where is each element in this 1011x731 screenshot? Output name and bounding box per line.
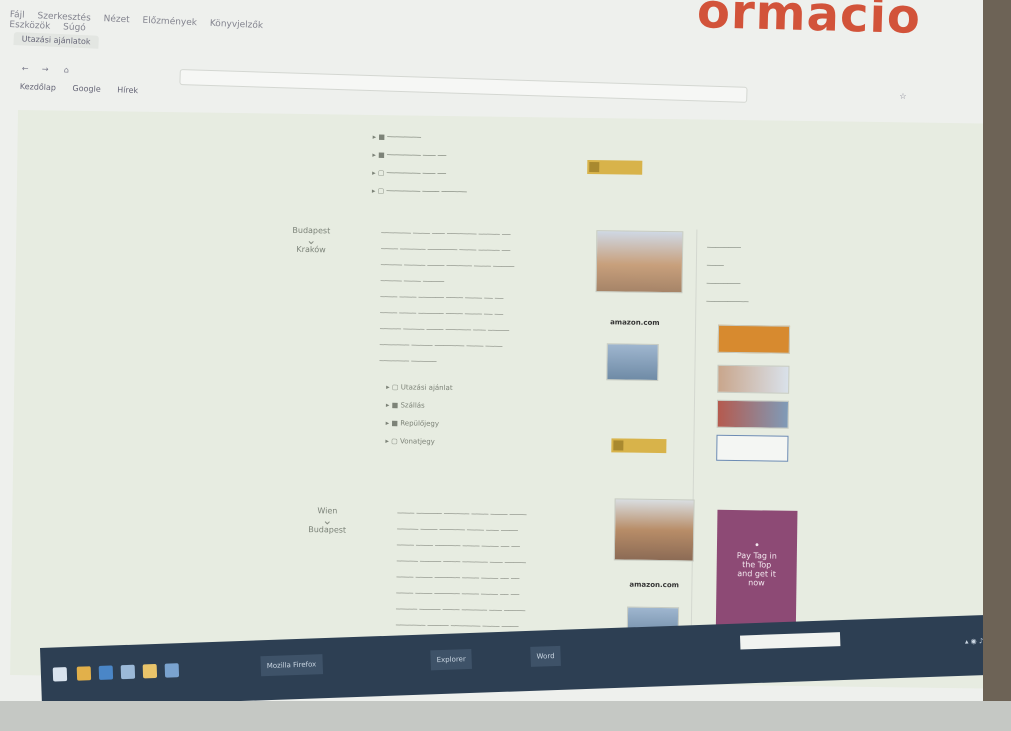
photo-thumbnail[interactable]	[613, 498, 695, 562]
back-icon[interactable]: ←	[22, 64, 29, 73]
ad-text: now	[748, 578, 765, 588]
route-to: Budapest	[308, 525, 347, 535]
buy-button[interactable]	[587, 159, 643, 175]
list-item[interactable]: ▸ ■ Szállás	[386, 401, 425, 410]
screen-frame	[0, 701, 1011, 731]
chevron-down-icon: ⌄	[322, 513, 333, 528]
slide-heading: ormacio	[696, 0, 922, 45]
list-item[interactable]: ▸ ■ ────────	[373, 133, 421, 142]
forward-icon[interactable]: →	[42, 65, 49, 74]
menu-history[interactable]: Előzmények	[142, 16, 197, 28]
list-item[interactable]: ▸ ▢ Vonatjegy	[385, 437, 435, 446]
menu-tools[interactable]: Eszközök	[9, 20, 50, 32]
ad-banner[interactable]	[717, 324, 791, 354]
ad-banner[interactable]	[717, 364, 790, 394]
app-icon[interactable]	[120, 664, 136, 680]
book-cover-image[interactable]	[606, 343, 659, 381]
sidebar-item[interactable]: ──────────	[706, 298, 748, 307]
sidebar-item[interactable]: ────────	[707, 280, 741, 288]
taskbar-app[interactable]: Word	[530, 645, 561, 667]
taskbar-search[interactable]	[739, 632, 841, 650]
taskbar-app[interactable]: Explorer	[430, 648, 473, 671]
folder-icon[interactable]	[76, 666, 92, 681]
route-label: Budapest ⌄ Kraków	[271, 226, 351, 255]
bookmark-item[interactable]: Google	[72, 84, 101, 94]
menu-bookmarks[interactable]: Könyvjelzők	[210, 19, 264, 31]
amazon-logo[interactable]: amazon.com	[610, 318, 660, 327]
start-icon[interactable]	[52, 667, 68, 682]
app-icon[interactable]	[142, 663, 158, 679]
bookmark-item[interactable]: Kezdőlap	[20, 82, 56, 92]
projected-screen: ormacio Fájl Szerkesztés Nézet Előzménye…	[0, 0, 1011, 731]
route-to: Kraków	[296, 244, 326, 255]
menu-view[interactable]: Nézet	[103, 14, 129, 25]
tab-strip: Utazási ajánlatok	[13, 32, 99, 56]
buy-button[interactable]	[611, 438, 667, 454]
ad-banner[interactable]	[716, 434, 789, 462]
photo-thumbnail[interactable]	[595, 230, 684, 294]
list-item[interactable]: ▸ ▢ ──────── ──── ──────	[372, 187, 467, 196]
screen-frame	[983, 0, 1011, 731]
browser-tab[interactable]: Utazási ajánlatok	[13, 32, 99, 49]
list-item[interactable]: ▸ ▢ Utazási ajánlat	[386, 383, 453, 392]
sidebar-item[interactable]: ────	[707, 262, 724, 270]
menu-file[interactable]: Fájl	[10, 10, 25, 21]
sidebar-item[interactable]: ────────	[707, 244, 741, 252]
web-page: ▸ ■ ──────── ▸ ■ ──────── ─── ── ▸ ▢ ───…	[10, 110, 993, 689]
amazon-logo[interactable]: amazon.com	[629, 581, 679, 590]
bookmark-item[interactable]: Hírek	[117, 85, 138, 95]
list-item[interactable]: ▸ ■ Repülőjegy	[386, 419, 439, 428]
chevron-down-icon: ⌄	[306, 233, 317, 248]
taskbar-app[interactable]: Mozilla Firefox	[260, 654, 323, 677]
star-icon[interactable]: ☆	[899, 92, 906, 101]
route-label: Wien ⌄ Budapest	[287, 506, 367, 535]
home-icon[interactable]: ⌂	[64, 65, 69, 74]
ad-banner[interactable]	[716, 399, 790, 429]
browser-icon[interactable]	[98, 665, 114, 680]
description-text: ─────── ──── ─── ─────── ───── ── ──── ─…	[379, 229, 515, 366]
menu-help[interactable]: Súgó	[63, 22, 86, 33]
address-bar[interactable]	[179, 69, 748, 103]
list-item[interactable]: ▸ ▢ ──────── ─── ──	[372, 169, 446, 178]
navigation-row: ← → ⌂ ☆	[19, 62, 939, 113]
app-icon[interactable]	[164, 663, 180, 678]
list-item[interactable]: ▸ ■ ──────── ─── ──	[372, 151, 446, 160]
